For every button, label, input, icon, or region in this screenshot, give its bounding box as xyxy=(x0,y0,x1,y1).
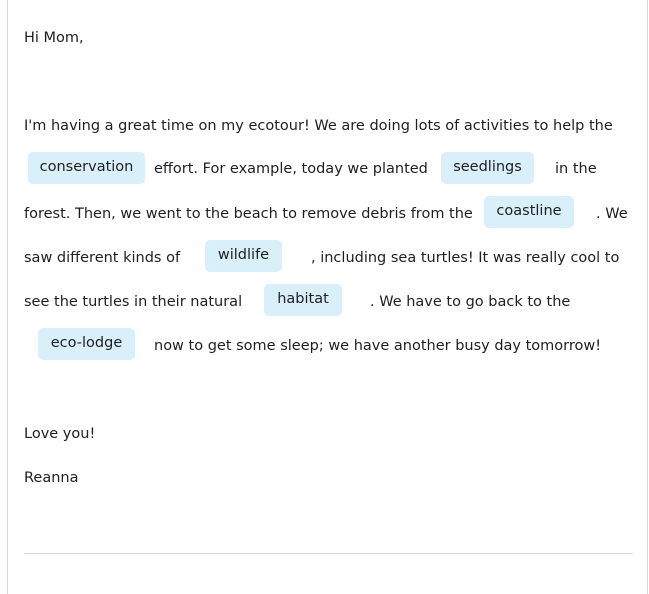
letter-text-line-3: forest. Then, we went to the beach to re… xyxy=(24,206,473,222)
letter-text-line-4: saw different kinds of xyxy=(24,250,181,266)
answer-chip-coastline[interactable]: coastline xyxy=(484,196,574,228)
answer-chip-conservation[interactable]: conservation xyxy=(28,152,145,184)
letter-text-line-5: see the turtles in their natural xyxy=(24,294,243,310)
signature: Reanna xyxy=(24,470,79,486)
letter-text-after-conservation: effort. For example, today we planted xyxy=(154,161,428,177)
answer-chip-eco-lodge[interactable]: eco-lodge xyxy=(38,328,135,360)
letter-text-after-habitat: . We have to go back to the xyxy=(370,294,571,310)
greeting: Hi Mom, xyxy=(24,30,84,46)
letter-text-line-1: I'm having a great time on my ecotour! W… xyxy=(24,118,613,134)
letter-text-after-seedlings: in the xyxy=(555,161,597,177)
letter-text-after-eco-lodge: now to get some sleep; we have another b… xyxy=(154,338,602,354)
answer-chip-habitat[interactable]: habitat xyxy=(264,284,342,316)
closing: Love you! xyxy=(24,426,96,442)
letter-text-after-wildlife: , including sea turtles! It was really c… xyxy=(311,250,620,266)
letter-text-after-coastline: . We xyxy=(596,206,628,222)
divider xyxy=(24,553,633,554)
answer-chip-seedlings[interactable]: seedlings xyxy=(441,152,534,184)
answer-chip-wildlife[interactable]: wildlife xyxy=(205,240,282,272)
